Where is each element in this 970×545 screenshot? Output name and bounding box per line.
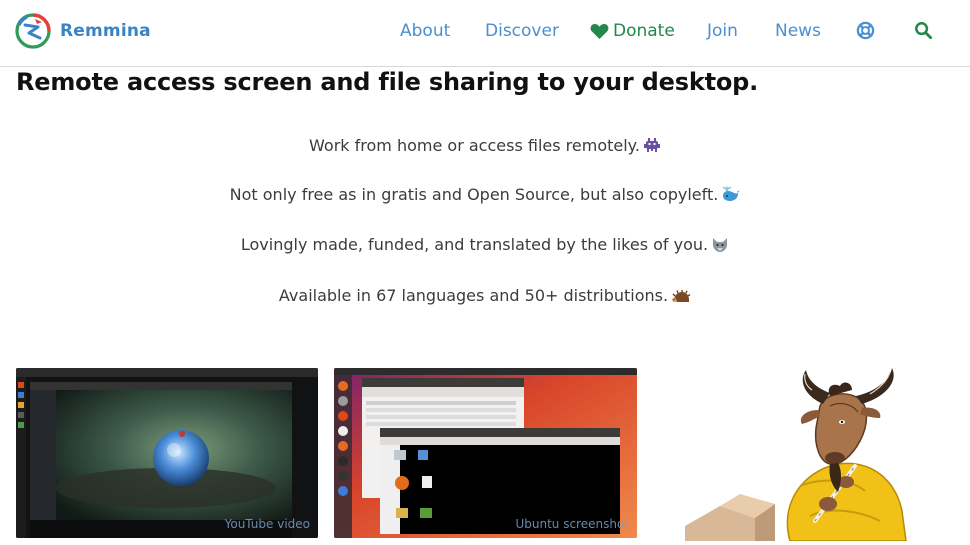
hedgehog-icon	[671, 289, 691, 308]
spouting-whale-icon	[721, 185, 740, 207]
tagline-made-by-you: Lovingly made, funded, and translated by…	[0, 235, 970, 257]
nav-join-link[interactable]: Join	[707, 20, 738, 42]
nav-donate-link[interactable]: Donate	[590, 20, 675, 42]
gnu-mascot-icon	[685, 368, 907, 541]
heart-icon	[590, 23, 609, 39]
page-headline: Remote access screen and file sharing to…	[16, 68, 759, 96]
tagline-work-from-home: Work from home or access files remotely.	[0, 136, 970, 158]
nav-discover-link[interactable]: Discover	[485, 20, 559, 42]
ubuntu-screenshot-thumbnail[interactable]: Ubuntu screenshot	[334, 368, 637, 538]
main-nav: About Discover Donate Join News	[0, 20, 970, 44]
ubuntu-desktop-image	[334, 368, 637, 538]
tagline-text: Not only free as in gratis and Open Sour…	[229, 185, 719, 204]
tagline-text: Available in 67 languages and 50+ distri…	[278, 286, 669, 305]
tagline-text: Work from home or access files remotely.	[309, 136, 640, 155]
tagline-languages: Available in 67 languages and 50+ distri…	[0, 286, 970, 308]
desktop-screenshot-image	[16, 368, 318, 538]
alien-monster-icon	[643, 138, 661, 158]
search-button[interactable]	[914, 21, 933, 46]
donate-label: Donate	[613, 21, 675, 41]
youtube-caption: YouTube video	[224, 517, 310, 531]
tagline-text: Lovingly made, funded, and translated by…	[240, 235, 709, 254]
search-icon	[915, 22, 933, 40]
youtube-video-thumbnail[interactable]: YouTube video	[16, 368, 318, 538]
lifebuoy-icon	[856, 21, 875, 40]
top-navbar: Remmina About Discover Donate Join News	[0, 0, 970, 67]
support-button[interactable]	[856, 21, 875, 46]
ubuntu-caption: Ubuntu screenshot	[515, 517, 629, 531]
wolf-icon	[711, 237, 729, 257]
nav-news-link[interactable]: News	[775, 20, 821, 42]
nav-about-link[interactable]: About	[400, 20, 450, 42]
tagline-copyleft: Not only free as in gratis and Open Sour…	[0, 185, 970, 207]
